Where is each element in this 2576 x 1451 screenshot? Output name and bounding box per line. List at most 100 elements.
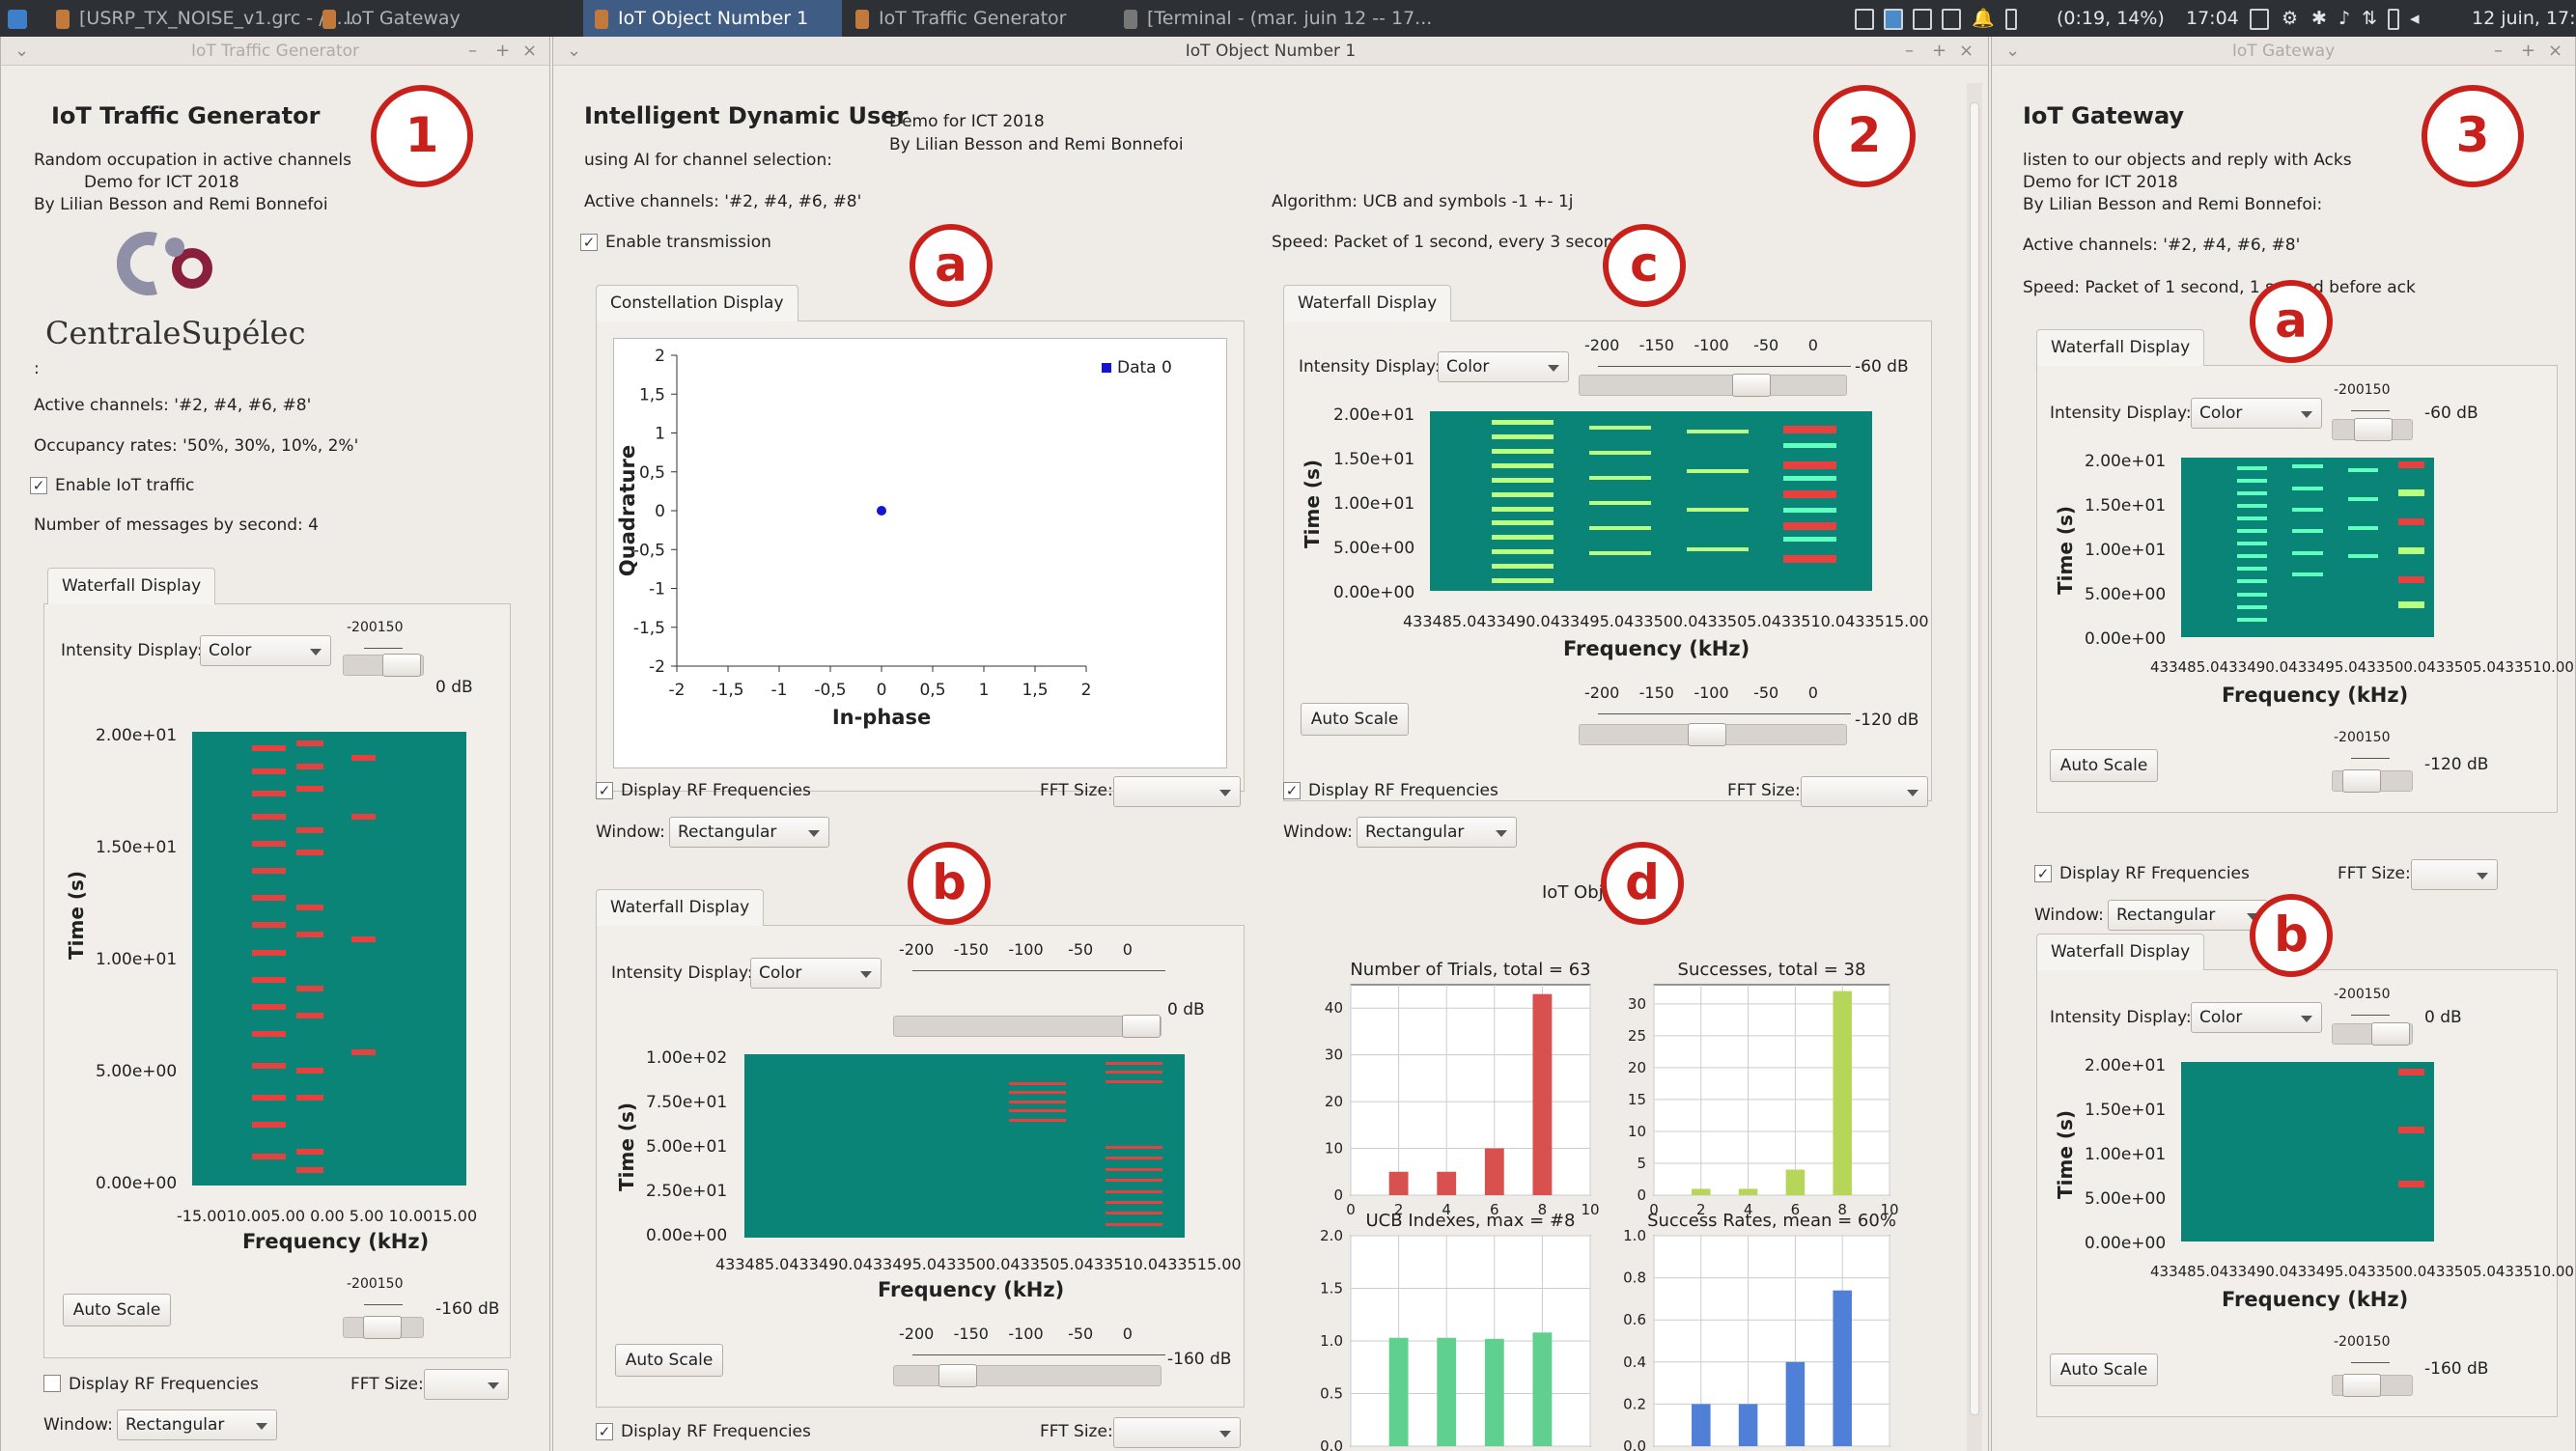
display-rf-checkbox[interactable]: ✓ [596, 1423, 613, 1440]
waterfall-trace [252, 868, 286, 874]
slider-handle[interactable] [1732, 374, 1771, 397]
max-intensity-slider[interactable] [893, 1015, 1162, 1038]
max-intensity-slider[interactable] [2332, 1022, 2413, 1046]
task-gateway[interactable]: IoT Gateway [322, 0, 461, 37]
display-rf-checkbox[interactable] [43, 1375, 61, 1392]
gateway-waterfall-a-plot[interactable] [2181, 458, 2434, 637]
maximize-icon[interactable]: + [495, 37, 510, 66]
autoscale-button[interactable]: Auto Scale [63, 1294, 171, 1326]
task-object[interactable]: IoT Object Number 1 [583, 0, 842, 37]
constellation-plot[interactable]: 21,510,50-0,5-1-1,5-2-2 -1,5 -1 -0,5 0 0,5 1 1,… [613, 338, 1227, 768]
fft-size-select[interactable] [424, 1369, 509, 1400]
min-intensity-slider[interactable] [1579, 723, 1847, 746]
fft-size-select[interactable] [1801, 776, 1928, 807]
intensity-select[interactable]: Color [750, 958, 882, 989]
tab-waterfall[interactable]: Waterfall Display [1283, 285, 1452, 321]
slider-handle[interactable] [382, 654, 421, 677]
enable-tx-checkbox[interactable]: ✓ [580, 234, 598, 251]
task-grc[interactable]: [USRP_TX_NOISE_v1.grc - /h... [56, 0, 354, 37]
generator-waterfall-plot[interactable] [192, 732, 466, 1186]
minimize-icon[interactable]: – [468, 37, 477, 66]
bluetooth-icon[interactable]: ✱ [2311, 8, 2327, 29]
intensity-select[interactable]: Color [2191, 398, 2322, 429]
fft-size-select[interactable] [1113, 1417, 1241, 1448]
volume-icon[interactable]: ♪ [2338, 8, 2350, 29]
intensity-select[interactable]: Color [1438, 351, 1569, 382]
enable-tx-label: Enable transmission [605, 233, 771, 252]
object-waterfall-b-plot[interactable] [744, 1054, 1185, 1238]
min-intensity-slider[interactable] [2332, 1374, 2413, 1397]
autoscale-button[interactable]: Auto Scale [1301, 703, 1409, 736]
minimize-icon[interactable]: – [1905, 37, 1914, 66]
battery-icon[interactable] [2388, 8, 2400, 30]
min-intensity-slider[interactable] [343, 1316, 424, 1339]
tray-icon[interactable] [2250, 8, 2269, 30]
max-intensity-slider[interactable] [2332, 418, 2413, 441]
window-select[interactable]: Rectangular [1357, 817, 1517, 848]
close-icon[interactable]: × [2548, 37, 2562, 66]
clock-date[interactable]: 12 juin, 17: [2472, 0, 2576, 37]
tray-icon[interactable] [1855, 8, 1874, 30]
min-intensity-slider[interactable] [2332, 769, 2413, 793]
fft-size-select[interactable] [1113, 776, 1241, 807]
vertical-scrollbar[interactable] [1967, 83, 1982, 1451]
bell-icon[interactable]: 🔔 [1972, 8, 1995, 29]
tray-icon[interactable] [1884, 8, 1903, 30]
tab-constellation[interactable]: Constellation Display [596, 285, 798, 321]
window-menu-icon[interactable]: ⌄ [2005, 37, 2020, 66]
task-terminal[interactable]: [Terminal - (mar. juin 12 -- 17... [1124, 0, 1432, 37]
network-icon[interactable]: ⇅ [2362, 8, 2377, 29]
intensity-label: Intensity Display: [611, 963, 753, 983]
fft-size-select[interactable] [2411, 859, 2498, 890]
window-select[interactable]: Rectangular [117, 1409, 277, 1440]
slider-handle[interactable] [2342, 1374, 2381, 1397]
minimize-icon[interactable]: – [2494, 37, 2503, 66]
tab-waterfall[interactable]: Waterfall Display [2036, 934, 2205, 970]
close-icon[interactable]: × [1959, 37, 1974, 66]
tray-icon[interactable] [1913, 8, 1932, 30]
autoscale-button[interactable]: Auto Scale [615, 1344, 723, 1377]
gateway-titlebar[interactable]: IoT Gateway [1992, 37, 2575, 66]
slider-handle[interactable] [2371, 1022, 2410, 1046]
tab-waterfall[interactable]: Waterfall Display [596, 889, 765, 926]
slider-handle[interactable] [2342, 769, 2381, 793]
slider-handle[interactable] [363, 1316, 402, 1339]
object-titlebar[interactable]: IoT Object Number 1 [553, 37, 1988, 66]
display-rf-checkbox[interactable]: ✓ [596, 782, 613, 799]
display-rf-checkbox[interactable]: ✓ [1283, 782, 1301, 799]
generator-titlebar[interactable]: IoT Traffic Generator [1, 37, 549, 66]
scale-label: -200150 [347, 1276, 404, 1292]
app-menu-icon[interactable] [8, 0, 31, 37]
autoscale-button[interactable]: Auto Scale [2050, 1353, 2158, 1386]
gear-icon[interactable]: ⚙ [2282, 8, 2298, 29]
maximize-icon[interactable]: + [2521, 37, 2535, 66]
speaker-icon[interactable]: ◂ [2410, 8, 2420, 29]
gateway-waterfall-b-plot[interactable] [2181, 1062, 2434, 1242]
tab-waterfall[interactable]: Waterfall Display [47, 568, 216, 604]
window-select[interactable]: Rectangular [2108, 900, 2268, 931]
slider-handle[interactable] [2354, 418, 2393, 441]
window-menu-icon[interactable]: ⌄ [567, 37, 581, 66]
tray-icon[interactable] [1942, 8, 1961, 30]
min-intensity-slider[interactable] [893, 1364, 1162, 1387]
enable-iot-checkbox[interactable]: ✓ [30, 477, 47, 494]
clock-time[interactable]: 17:04 [2186, 0, 2239, 37]
max-intensity-slider[interactable] [343, 654, 424, 677]
maximize-icon[interactable]: + [1932, 37, 1946, 66]
scrollbar-thumb[interactable] [1970, 102, 1979, 1415]
window-select[interactable]: Rectangular [669, 817, 829, 848]
intensity-select[interactable]: Color [2191, 1002, 2322, 1033]
intensity-select[interactable]: Color [200, 635, 331, 666]
object-waterfall-c-plot[interactable] [1430, 411, 1872, 591]
battery-icon[interactable] [2004, 8, 2017, 30]
close-icon[interactable]: × [522, 37, 537, 66]
autoscale-button[interactable]: Auto Scale [2050, 749, 2158, 782]
slider-handle[interactable] [938, 1364, 977, 1387]
slider-handle[interactable] [1122, 1015, 1161, 1038]
slider-handle[interactable] [1688, 723, 1726, 746]
display-rf-checkbox[interactable]: ✓ [2034, 865, 2052, 882]
tab-waterfall[interactable]: Waterfall Display [2036, 329, 2205, 366]
max-intensity-slider[interactable] [1579, 374, 1847, 397]
task-generator[interactable]: IoT Traffic Generator [855, 0, 1066, 37]
window-menu-icon[interactable]: ⌄ [14, 37, 29, 66]
